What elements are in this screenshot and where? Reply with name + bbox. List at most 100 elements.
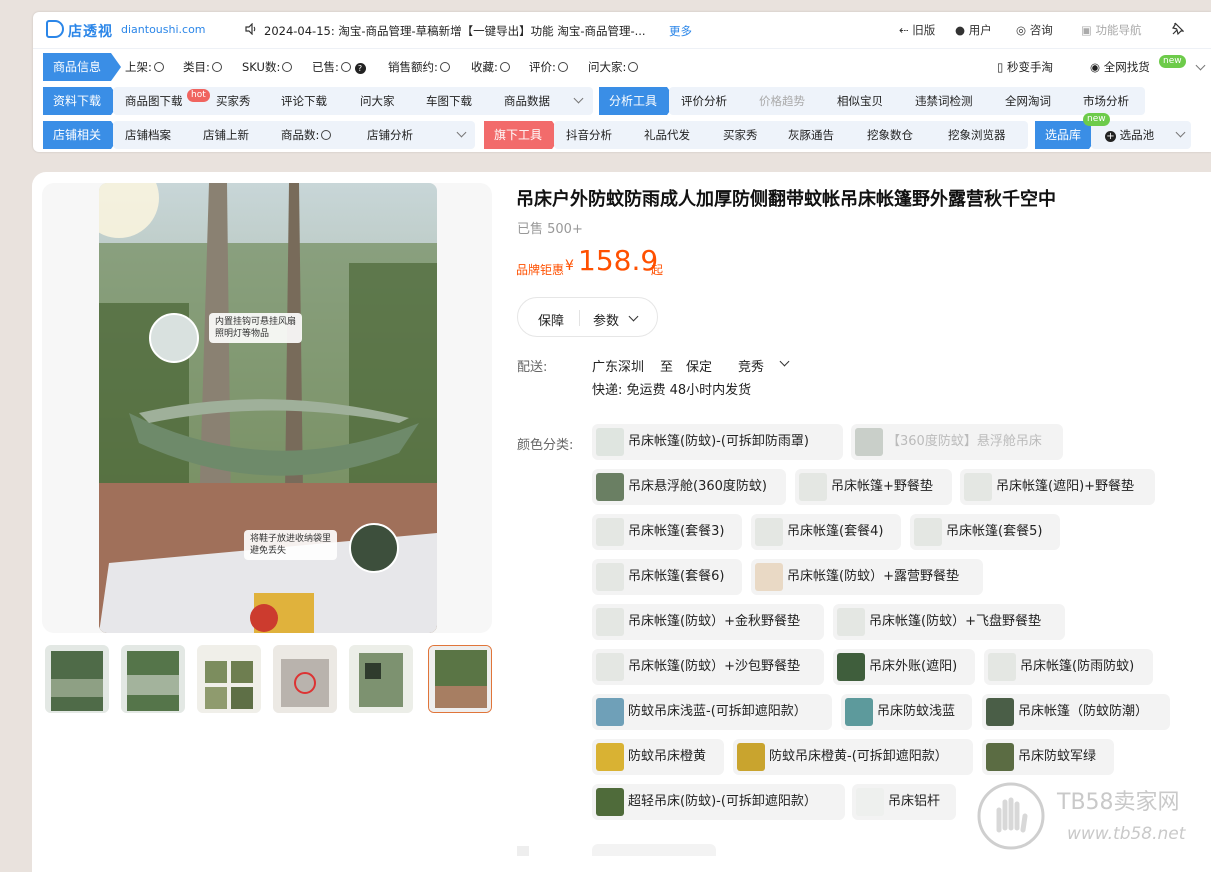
shop-new-items[interactable]: 店铺上新 [203, 127, 249, 143]
category-sub-tools[interactable]: 旗下工具 [484, 121, 562, 149]
feature-nav-link[interactable]: ▣ 功能导航 [1081, 22, 1142, 38]
similar-items[interactable]: 相似宝贝 [837, 93, 883, 109]
sku-thumbnail [845, 698, 873, 726]
buyer-show-tool[interactable]: 买家秀 [723, 127, 758, 143]
diantoushi-logo[interactable]: 店透视 [46, 20, 116, 40]
sku-option[interactable]: 吊床防蚊浅蓝 [841, 694, 972, 730]
shop-analysis[interactable]: 店铺分析 [367, 127, 413, 143]
ship-to-city[interactable]: 保定 [686, 356, 712, 375]
price-trend[interactable]: 价格趋势 [759, 93, 805, 109]
chevron-down-icon[interactable] [628, 311, 639, 322]
sku-thumbnail [799, 473, 827, 501]
user-link[interactable]: ● 用户 [955, 22, 992, 38]
search-icon [557, 62, 568, 72]
mobile-taobao-button[interactable]: ▯ 秒变手淘 [997, 59, 1053, 75]
sku-option[interactable]: 吊床帐篷(套餐3) [592, 514, 742, 550]
stat-favorites[interactable]: 收藏: [471, 59, 510, 75]
find-goods-button[interactable]: ◉ 全网找货 [1090, 59, 1150, 75]
category-selection-lib[interactable]: 选品库 [1035, 121, 1099, 149]
thumbnail-4[interactable] [273, 645, 337, 713]
domain-link[interactable]: diantoushi.com [121, 23, 206, 36]
stat-reviews[interactable]: 评价: [529, 59, 568, 75]
banned-word-check[interactable]: 违禁词检测 [915, 93, 973, 109]
sku-option[interactable]: 防蚊吊床浅蓝-(可拆卸遮阳款） [592, 694, 832, 730]
review-download[interactable]: 评论下载 [281, 93, 327, 109]
pin-icon[interactable] [1170, 22, 1184, 36]
main-product-image[interactable]: 内置挂钩可悬挂风扇 照明灯等物品 将鞋子放进收纳袋里 避免丢失 [99, 183, 437, 633]
thumbnail-2[interactable] [121, 645, 185, 713]
sku-option[interactable]: 吊床帐篷(防蚊）+沙包野餐垫 [592, 649, 824, 685]
watermark-url: www.tb58.net [1067, 824, 1186, 844]
gift-shipping[interactable]: 礼品代发 [644, 127, 690, 143]
thumbnail-3[interactable] [197, 645, 261, 713]
waxiang-browser[interactable]: 挖象浏览器 [948, 127, 1006, 143]
chevron-down-icon[interactable] [1195, 60, 1206, 71]
user-icon: ● [955, 23, 966, 37]
buyer-show-download[interactable]: 买家秀 [216, 93, 251, 109]
image-download[interactable]: 商品图下载 [125, 93, 183, 109]
shipping-label: 配送: [517, 360, 548, 375]
tab-guarantee[interactable]: 保障 [538, 310, 564, 329]
sku-option[interactable]: 吊床防蚊军绿 [982, 739, 1114, 775]
selection-pool[interactable]: + 选品池 [1105, 127, 1154, 143]
more-link[interactable]: 更多 [669, 23, 692, 39]
sku-option[interactable]: 吊床帐篷(套餐6) [592, 559, 742, 595]
help-icon[interactable]: ? [354, 63, 366, 74]
main-image-download[interactable]: 车图下载 [426, 93, 472, 109]
douyin-analysis[interactable]: 抖音分析 [566, 127, 612, 143]
waxiang-warehouse[interactable]: 挖象数仓 [867, 127, 913, 143]
sku-option[interactable]: 超轻吊床(防蚊)-(可拆卸遮阳款） [592, 784, 845, 820]
category-product-info[interactable]: 商品信息 [43, 53, 121, 81]
stat-category[interactable]: 类目: [183, 59, 222, 75]
sku-option[interactable]: 吊床外账(遮阳) [833, 649, 975, 685]
sku-option[interactable]: 防蚊吊床橙黄 [592, 739, 724, 775]
sku-thumbnail [988, 653, 1016, 681]
thumbnail-6-selected[interactable] [428, 645, 492, 713]
consult-link[interactable]: ◎ 咨询 [1016, 22, 1053, 38]
product-data-download[interactable]: 商品数据 [504, 93, 550, 109]
ship-to-district[interactable]: 竞秀 [738, 356, 764, 375]
review-analysis[interactable]: 评价分析 [681, 93, 727, 109]
keyword-search[interactable]: 全网淘词 [1005, 93, 1051, 109]
category-downloads[interactable]: 资料下载 [43, 87, 121, 115]
search-icon [628, 62, 639, 72]
stat-sold[interactable]: 已售: ? [312, 59, 366, 75]
search-icon [499, 62, 510, 72]
thumbnail-1[interactable] [45, 645, 109, 713]
next-row-options[interactable] [592, 844, 716, 856]
qa-download[interactable]: 问大家 [360, 93, 395, 109]
sku-option[interactable]: 防蚊吊床橙黄-(可拆卸遮阳款） [733, 739, 973, 775]
category-shop[interactable]: 店铺相关 [43, 121, 121, 149]
thumbnail-5[interactable] [349, 645, 413, 713]
sku-option[interactable]: 吊床帐篷（防蚊防潮） [982, 694, 1170, 730]
sku-option[interactable]: 吊床帐篷(遮阳)+野餐垫 [960, 469, 1155, 505]
sku-option[interactable]: 吊床帐篷(防雨防蚊) [984, 649, 1153, 685]
sku-option[interactable]: 吊床帐篷(防蚊）+飞盘野餐垫 [833, 604, 1065, 640]
announcement-text[interactable]: 2024-04-15: 淘宝-商品管理-草稿新增【一键导出】功能 淘宝-商品管理… [264, 23, 658, 39]
sku-option[interactable]: 吊床帐篷(防蚊）+金秋野餐垫 [592, 604, 824, 640]
sku-option[interactable]: 吊床帐篷(防蚊)-(可拆卸防雨罩) [592, 424, 843, 460]
shop-profile[interactable]: 店铺档案 [125, 127, 171, 143]
shop-item-count[interactable]: 商品数: [281, 127, 332, 143]
analysis-bar [669, 87, 1145, 115]
sku-option[interactable]: 吊床帐篷(套餐5) [910, 514, 1060, 550]
sku-option[interactable]: 吊床帐篷(防蚊）+露营野餐垫 [751, 559, 983, 595]
stat-sku-count[interactable]: SKU数: [242, 59, 293, 75]
sku-option[interactable]: 吊床帐篷(套餐4) [751, 514, 901, 550]
sku-thumbnail [856, 788, 884, 816]
stat-qa[interactable]: 问大家: [588, 59, 639, 75]
market-analysis[interactable]: 市场分析 [1083, 93, 1129, 109]
back-arrow-icon: ⇠ [899, 23, 909, 37]
sku-thumbnail [596, 428, 624, 456]
sku-option[interactable]: 吊床铝杆 [852, 784, 956, 820]
category-analysis-tools[interactable]: 分析工具 [599, 87, 677, 115]
huitun-notice[interactable]: 灰豚通告 [788, 127, 834, 143]
sku-option[interactable]: 【360度防蚊】悬浮舱吊床 [851, 424, 1063, 460]
sku-option[interactable]: 吊床悬浮舱(360度防蚊) [592, 469, 786, 505]
speaker-icon [245, 23, 256, 35]
stat-listed[interactable]: 上架: [125, 59, 164, 75]
tab-params[interactable]: 参数 [593, 310, 619, 329]
old-version-link[interactable]: ⇠ 旧版 [899, 22, 935, 38]
stat-sales-amount[interactable]: 销售额约: [388, 59, 450, 75]
sku-option[interactable]: 吊床帐篷+野餐垫 [795, 469, 952, 505]
